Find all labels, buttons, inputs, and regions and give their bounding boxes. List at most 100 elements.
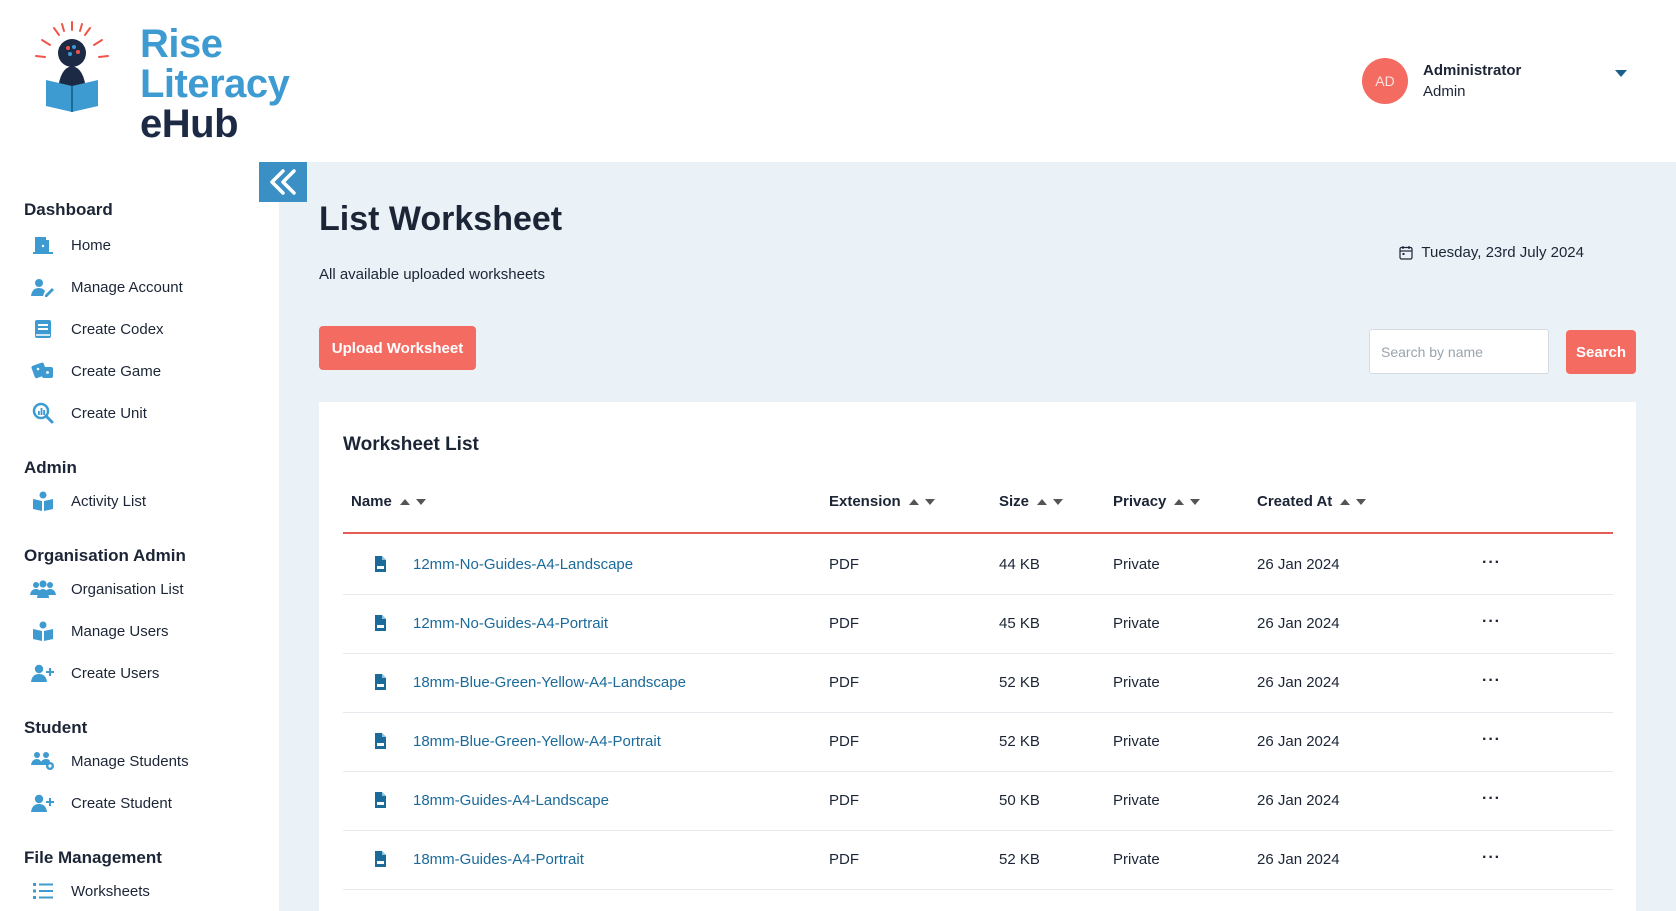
pdf-file-icon	[375, 733, 386, 749]
sidebar-item-create-unit[interactable]: Create Unit	[30, 402, 147, 424]
worksheet-name-link[interactable]: 12mm-No-Guides-A4-Landscape	[413, 556, 633, 573]
more-options-icon[interactable]: ···	[1482, 613, 1501, 631]
extension-cell: PDF	[829, 851, 859, 868]
sort-icon[interactable]	[1037, 498, 1064, 505]
column-label: Name	[351, 493, 392, 510]
sidebar-item-label: Manage Students	[71, 752, 189, 770]
sidebar-item-label: Create Unit	[71, 404, 147, 422]
sidebar-item-create-student[interactable]: Create Student	[30, 792, 172, 814]
user-role: Admin	[1423, 83, 1466, 100]
privacy-cell: Private	[1113, 851, 1160, 868]
column-header-created-at[interactable]: Created At	[1257, 493, 1367, 510]
sidebar-item-activity-list[interactable]: Activity List	[30, 490, 146, 512]
user-edit-icon	[30, 276, 56, 298]
dice-icon	[30, 360, 56, 382]
caret-down-icon[interactable]	[1615, 70, 1627, 77]
created-at-cell: 26 Jan 2024	[1257, 733, 1340, 750]
worksheet-list-card: Worksheet List Name Extension Size Priva…	[319, 402, 1636, 911]
table-row[interactable]: 18mm-Guides-A4-Landscape PDF 50 KB Private 2…	[343, 772, 1613, 831]
user-plus-icon	[30, 792, 56, 814]
collapse-sidebar-button[interactable]	[259, 162, 307, 202]
more-options-icon[interactable]: ···	[1482, 849, 1501, 867]
extension-cell: PDF	[829, 615, 859, 632]
sidebar-item-label: Manage Account	[71, 278, 183, 296]
size-cell: 50 KB	[999, 792, 1040, 809]
size-cell: 45 KB	[999, 615, 1040, 632]
card-title: Worksheet List	[343, 434, 479, 455]
column-header-size[interactable]: Size	[999, 493, 1064, 510]
sidebar: Dashboard Home Manage Account Create Cod…	[0, 162, 279, 911]
sidebar-section-file-management: File Management	[24, 848, 162, 867]
column-label: Created At	[1257, 493, 1333, 510]
search-input[interactable]	[1369, 329, 1549, 374]
sidebar-item-label: Activity List	[71, 492, 147, 510]
upload-worksheet-button[interactable]: Upload Worksheet	[319, 326, 476, 370]
table-row[interactable]: 12mm-No-Guides-A4-Portrait PDF 45 KB Privat…	[343, 595, 1613, 654]
column-header-privacy[interactable]: Privacy	[1113, 493, 1201, 510]
sidebar-item-label: Create Student	[71, 794, 172, 812]
more-options-icon[interactable]: ···	[1482, 731, 1501, 749]
column-label: Privacy	[1113, 493, 1167, 510]
search-chart-icon	[30, 402, 56, 424]
more-options-icon[interactable]: ···	[1482, 672, 1501, 690]
created-at-cell: 26 Jan 2024	[1257, 792, 1340, 809]
sidebar-item-worksheets[interactable]: Worksheets	[30, 880, 150, 902]
sidebar-item-manage-users[interactable]: Manage Users	[30, 620, 169, 642]
table-row[interactable]: 18mm-Guides-A4-Portrait PDF 52 KB Private 26…	[343, 831, 1613, 890]
page: Rise Literacy eHub AD Administrator Admi…	[0, 0, 1676, 911]
sidebar-item-create-game[interactable]: Create Game	[30, 360, 161, 382]
pdf-file-icon	[375, 792, 386, 808]
sidebar-section-student: Student	[24, 718, 88, 737]
worksheet-name-link[interactable]: 12mm-No-Guides-A4-Portrait	[413, 615, 608, 632]
privacy-cell: Private	[1113, 674, 1160, 691]
sidebar-item-create-users[interactable]: Create Users	[30, 662, 159, 684]
pdf-file-icon	[375, 615, 386, 631]
user-name: Administrator	[1423, 62, 1522, 79]
sort-icon[interactable]	[908, 498, 935, 505]
size-cell: 52 KB	[999, 851, 1040, 868]
more-options-icon[interactable]: ···	[1482, 790, 1501, 808]
more-options-icon[interactable]: ···	[1482, 554, 1501, 572]
date-text: Tuesday, 23rd July 2024	[1421, 244, 1584, 261]
sidebar-item-manage-students[interactable]: Manage Students	[30, 750, 189, 772]
pdf-file-icon	[375, 674, 386, 690]
created-at-cell: 26 Jan 2024	[1257, 556, 1340, 573]
worksheet-name-link[interactable]: 18mm-Guides-A4-Portrait	[413, 851, 584, 868]
column-label: Extension	[829, 493, 901, 510]
sidebar-item-label: Create Users	[71, 664, 160, 682]
user-menu[interactable]: AD Administrator Admin	[1362, 58, 1627, 104]
search-button[interactable]: Search	[1566, 330, 1636, 374]
sort-icon[interactable]	[1340, 498, 1367, 505]
column-header-name[interactable]: Name	[351, 493, 426, 510]
extension-cell: PDF	[829, 733, 859, 750]
size-cell: 44 KB	[999, 556, 1040, 573]
header: Rise Literacy eHub AD Administrator Admi…	[0, 0, 1676, 162]
created-at-cell: 26 Jan 2024	[1257, 851, 1340, 868]
extension-cell: PDF	[829, 556, 859, 573]
calendar-icon	[1399, 246, 1413, 260]
worksheet-name-link[interactable]: 18mm-Blue-Green-Yellow-A4-Landscape	[413, 674, 686, 691]
sidebar-item-manage-account[interactable]: Manage Account	[30, 276, 183, 298]
brand-line-1: Rise	[140, 22, 223, 66]
sidebar-section-organisation-admin: Organisation Admin	[24, 546, 186, 565]
door-icon	[30, 234, 56, 256]
users-gear-icon	[30, 750, 56, 772]
users-group-icon	[30, 578, 56, 600]
sort-icon[interactable]	[1174, 498, 1201, 505]
sidebar-item-label: Worksheets	[71, 882, 150, 900]
avatar[interactable]: AD	[1362, 58, 1408, 104]
worksheet-name-link[interactable]: 18mm-Guides-A4-Landscape	[413, 792, 609, 809]
brand-line-3: eHub	[140, 102, 239, 146]
table-row[interactable]: 18mm-Blue-Green-Yellow-A4-Landscape PDF 52…	[343, 654, 1613, 713]
table-row[interactable]: 12mm-No-Guides-A4-Landscape PDF 44 KB Priva…	[343, 536, 1613, 595]
logo[interactable]: Rise Literacy eHub	[32, 20, 290, 146]
column-header-extension[interactable]: Extension	[829, 493, 935, 510]
worksheet-name-link[interactable]: 18mm-Blue-Green-Yellow-A4-Portrait	[413, 733, 661, 750]
sidebar-section-dashboard: Dashboard	[24, 200, 113, 219]
sort-icon[interactable]	[399, 498, 426, 505]
sidebar-item-create-codex[interactable]: Create Codex	[30, 318, 164, 340]
sidebar-item-home[interactable]: Home	[30, 234, 111, 256]
table-row[interactable]: 18mm-Blue-Green-Yellow-A4-Portrait PDF 52 …	[343, 713, 1613, 772]
pdf-file-icon	[375, 556, 386, 572]
sidebar-item-organisation-list[interactable]: Organisation List	[30, 578, 184, 600]
